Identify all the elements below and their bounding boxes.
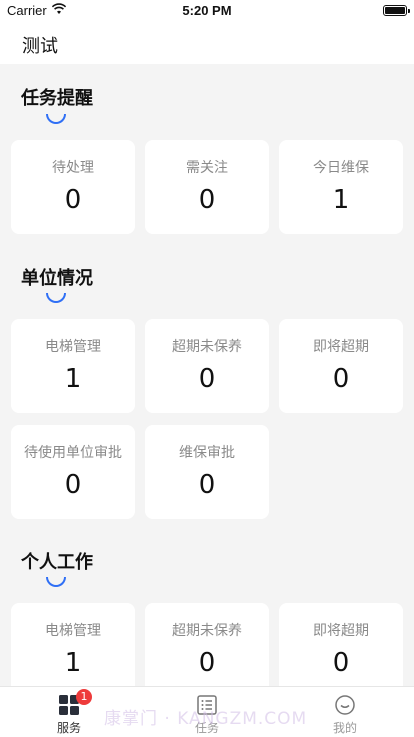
tab-label: 服务: [56, 721, 81, 735]
card-value: 0: [198, 185, 216, 215]
page-title: 测试: [22, 36, 58, 57]
card-value: 0: [198, 470, 216, 500]
section-title-unit-status: 单位情况: [21, 268, 93, 289]
card-value: 0: [64, 470, 82, 500]
card-label: 超期未保养: [172, 339, 242, 355]
section-indicator-icon: [46, 114, 66, 124]
section-title-task-reminder: 任务提醒: [21, 88, 93, 109]
status-time: 5:20 PM: [182, 3, 232, 18]
card-value: 0: [198, 648, 216, 678]
card-label: 电梯管理: [45, 623, 101, 639]
card-value: 1: [332, 185, 350, 215]
card-due-soon[interactable]: 即将超期 0: [279, 603, 403, 697]
card-label: 超期未保养: [172, 623, 242, 639]
card-label: 待使用单位审批: [24, 445, 122, 461]
card-label: 待处理: [52, 160, 94, 176]
notification-badge: 1: [76, 689, 92, 705]
card-overdue-maintenance[interactable]: 超期未保养 0: [145, 603, 269, 697]
card-value: 0: [198, 364, 216, 394]
card-unit-approval[interactable]: 待使用单位审批 0: [11, 425, 135, 519]
card-label: 电梯管理: [45, 339, 101, 355]
card-maintenance-approval[interactable]: 维保审批 0: [145, 425, 269, 519]
card-value: 0: [64, 185, 82, 215]
tab-tasks[interactable]: 任务: [138, 687, 276, 737]
card-today-maintenance[interactable]: 今日维保 1: [279, 140, 403, 234]
card-elevator-management[interactable]: 电梯管理 1: [11, 603, 135, 697]
tab-bar: 1 服务 任务 我的: [0, 686, 414, 737]
section-indicator-icon: [46, 293, 66, 303]
card-elevator-management[interactable]: 电梯管理 1: [11, 319, 135, 413]
card-due-soon[interactable]: 即将超期 0: [279, 319, 403, 413]
card-value: 0: [332, 648, 350, 678]
card-label: 即将超期: [313, 339, 369, 355]
card-label: 今日维保: [313, 160, 369, 176]
card-label: 维保审批: [179, 445, 235, 461]
card-label: 需关注: [186, 160, 228, 176]
card-value: 1: [64, 648, 82, 678]
battery-icon: [383, 5, 410, 16]
nav-bar: 测试: [0, 22, 414, 64]
card-value: 0: [332, 364, 350, 394]
tab-service[interactable]: 1 服务: [0, 687, 138, 737]
card-pending[interactable]: 待处理 0: [11, 140, 135, 234]
smiley-icon: [335, 695, 355, 715]
list-icon: [197, 695, 217, 715]
card-attention[interactable]: 需关注 0: [145, 140, 269, 234]
card-value: 1: [64, 364, 82, 394]
tab-label: 我的: [332, 721, 357, 735]
tab-label: 任务: [194, 721, 219, 735]
section-title-personal-work: 个人工作: [21, 552, 93, 573]
status-bar: Carrier 5:20 PM: [0, 0, 414, 22]
card-overdue-maintenance[interactable]: 超期未保养 0: [145, 319, 269, 413]
card-label: 即将超期: [313, 623, 369, 639]
tab-profile[interactable]: 我的: [276, 687, 414, 737]
section-indicator-icon: [46, 577, 66, 587]
